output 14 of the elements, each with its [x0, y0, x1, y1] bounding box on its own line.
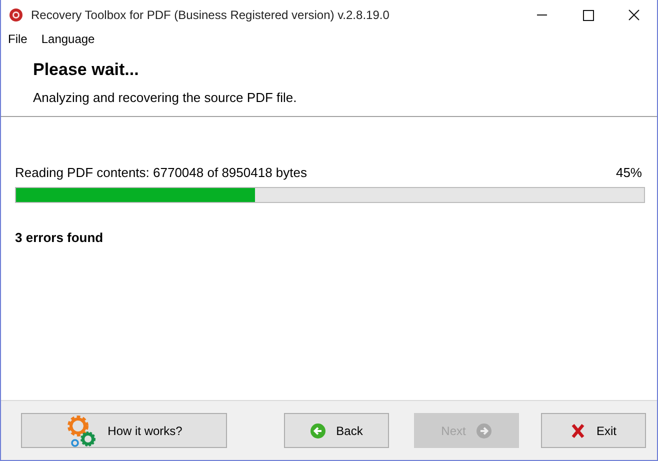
page-subtitle: Analyzing and recovering the source PDF file. — [33, 89, 298, 107]
menu-item[interactable]: Language — [36, 30, 100, 48]
window-title: Recovery Toolbox for PDF (Business Registered version) v.2.8.19.0 — [31, 7, 390, 24]
page-heading: Please wait... — [33, 58, 140, 80]
errors-count: 3 errors found — [15, 228, 104, 246]
action-button[interactable]: How it works? — [21, 413, 227, 448]
menu-item[interactable]: File — [3, 30, 32, 48]
gears-icon — [66, 414, 98, 448]
progress-label: Reading PDF contents: 6770048 of 8950418 bytes — [15, 164, 307, 182]
app-icon — [9, 8, 23, 22]
action-button[interactable]: Exit — [541, 413, 646, 448]
action-button[interactable]: Back — [284, 413, 389, 448]
close-icon — [570, 422, 586, 438]
progress-percent: 45% — [616, 164, 642, 182]
